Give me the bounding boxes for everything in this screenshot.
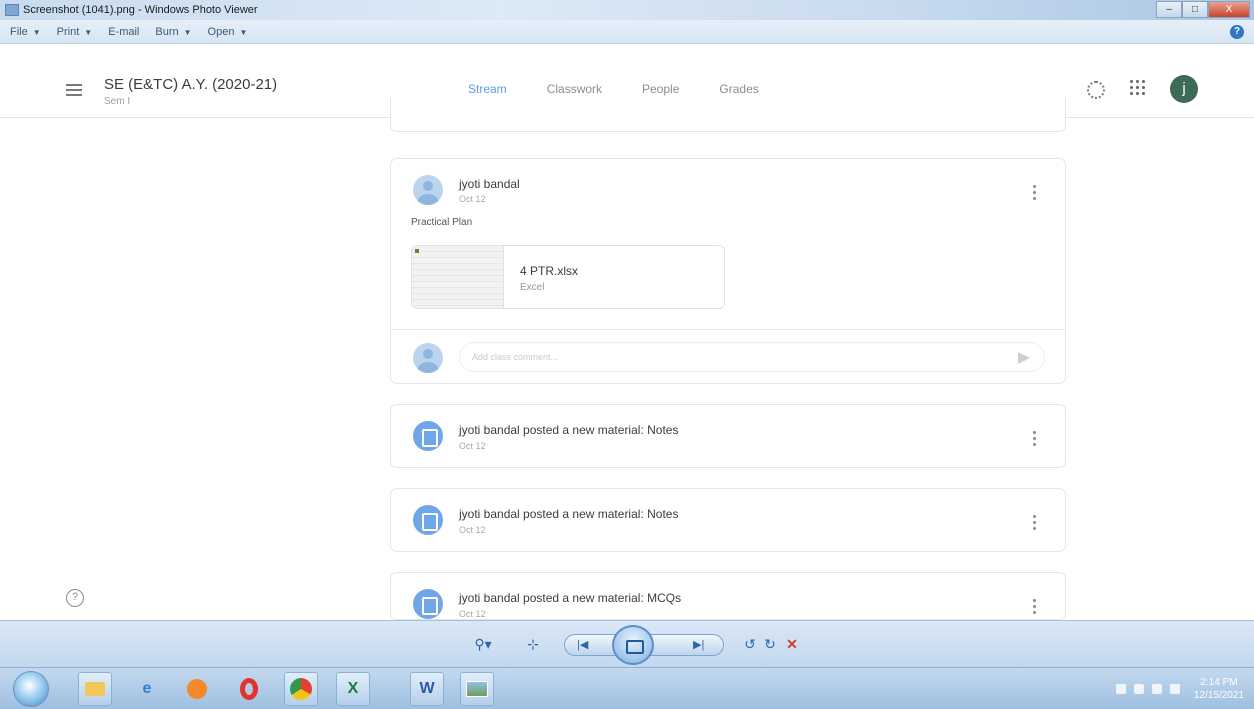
class-title[interactable]: SE (E&TC) A.Y. (2020-21) (104, 76, 277, 93)
previous-post-card (390, 98, 1066, 132)
help-circle-icon[interactable]: ? (66, 589, 84, 607)
google-apps-icon[interactable] (1130, 80, 1146, 96)
taskbar-clock[interactable]: 2:14 PM 12/15/2021 (1194, 676, 1244, 702)
volume-icon[interactable] (1133, 684, 1144, 694)
rotate-clockwise-icon[interactable]: ↻ (760, 631, 780, 657)
menu-open[interactable]: Open ▼ (208, 26, 248, 38)
material-icon (413, 421, 443, 451)
comment-placeholder: Add class comment... (472, 352, 559, 362)
word-icon[interactable]: W (410, 672, 444, 706)
menu-icon[interactable] (66, 84, 82, 99)
media-player-icon[interactable] (180, 672, 214, 706)
viewer-control-bar: ⚲▾ ⊹ |◀ ▶| ↺ ↻ ✕ (0, 620, 1254, 667)
windows-taskbar: e X W 2:14 PM 12/15/2021 (0, 667, 1254, 709)
material-icon (413, 505, 443, 535)
menu-file[interactable]: File ▼ (10, 26, 41, 38)
chevron-down-icon: ▼ (32, 27, 41, 37)
zoom-icon[interactable]: ⚲▾ (470, 631, 496, 657)
attachment-type: Excel (520, 282, 545, 293)
spreadsheet-thumbnail (412, 246, 504, 308)
photo-viewer-icon[interactable] (460, 672, 494, 706)
material-card[interactable]: jyoti bandal posted a new material: Note… (390, 404, 1066, 468)
close-button[interactable]: X (1208, 1, 1250, 18)
chevron-down-icon: ▼ (84, 27, 93, 37)
explorer-folder-icon[interactable] (78, 672, 112, 706)
class-comment-input[interactable]: Add class comment... (459, 342, 1045, 372)
window-controls: – □ X (1156, 1, 1250, 18)
menu-print[interactable]: Print ▼ (57, 26, 93, 38)
more-options-icon[interactable] (1033, 185, 1037, 200)
action-center-flag-icon[interactable] (1169, 684, 1180, 694)
material-date: Oct 12 (459, 609, 486, 619)
chevron-down-icon: ▼ (239, 27, 248, 37)
clock-time: 2:14 PM (1200, 677, 1238, 688)
account-avatar[interactable]: j (1170, 75, 1198, 103)
previous-icon[interactable]: |◀ (577, 638, 588, 651)
class-section: Sem I (104, 96, 131, 107)
more-options-icon[interactable] (1033, 431, 1037, 446)
material-card[interactable]: jyoti bandal posted a new material: MCQs… (390, 572, 1066, 620)
user-avatar-icon (413, 175, 443, 205)
system-tray: 2:14 PM 12/15/2021 (1108, 676, 1244, 702)
menu-email[interactable]: E-mail (108, 26, 139, 38)
chrome-icon[interactable] (284, 672, 318, 706)
help-icon[interactable]: ? (1230, 25, 1244, 39)
attachment-card[interactable]: 4 PTR.xlsx Excel (411, 245, 725, 309)
network-icon[interactable] (1151, 684, 1162, 694)
slideshow-button[interactable] (612, 625, 654, 665)
opera-icon[interactable] (232, 672, 266, 706)
delete-icon[interactable]: ✕ (782, 631, 802, 657)
menubar: File ▼ Print ▼ E-mail Burn ▼ Open ▼ ? (0, 20, 1254, 44)
material-title: jyoti bandal posted a new material: Note… (459, 423, 679, 437)
post-text: Practical Plan (411, 217, 473, 228)
show-hidden-icons-icon[interactable] (1115, 684, 1126, 694)
excel-icon (415, 249, 419, 253)
more-options-icon[interactable] (1033, 599, 1037, 614)
material-date: Oct 12 (459, 441, 486, 451)
material-icon (413, 589, 443, 619)
post-date: Oct 12 (459, 194, 486, 204)
attachment-name: 4 PTR.xlsx (520, 264, 579, 278)
settings-gear-icon[interactable] (1087, 81, 1105, 99)
send-icon[interactable] (1018, 352, 1030, 364)
more-options-icon[interactable] (1033, 515, 1037, 530)
window-titlebar: Screenshot (1041).png - Windows Photo Vi… (0, 0, 1254, 20)
next-icon[interactable]: ▶| (693, 638, 704, 651)
menu-burn[interactable]: Burn ▼ (155, 26, 191, 38)
photo-viewer-app-icon (5, 4, 19, 16)
actual-size-icon[interactable]: ⊹ (522, 631, 544, 657)
announcement-card: jyoti bandal Oct 12 Practical Plan 4 PTR… (390, 158, 1066, 384)
rotate-counterclockwise-icon[interactable]: ↺ (740, 631, 760, 657)
material-title: jyoti bandal posted a new material: MCQs (459, 591, 682, 605)
start-button[interactable] (13, 671, 49, 707)
window-title: Screenshot (1041).png - Windows Photo Vi… (23, 4, 258, 16)
excel-icon[interactable]: X (336, 672, 370, 706)
internet-explorer-icon[interactable]: e (130, 672, 164, 706)
minimize-button[interactable]: – (1156, 1, 1182, 18)
maximize-button[interactable]: □ (1182, 1, 1208, 18)
material-date: Oct 12 (459, 525, 486, 535)
clock-date: 12/15/2021 (1193, 690, 1244, 701)
material-title: jyoti bandal posted a new material: Note… (459, 507, 679, 521)
material-card[interactable]: jyoti bandal posted a new material: Note… (390, 488, 1066, 552)
post-author: jyoti bandal (459, 177, 520, 191)
chevron-down-icon: ▼ (183, 27, 192, 37)
comment-row: Add class comment... (391, 329, 1065, 385)
user-avatar-icon (413, 343, 443, 373)
